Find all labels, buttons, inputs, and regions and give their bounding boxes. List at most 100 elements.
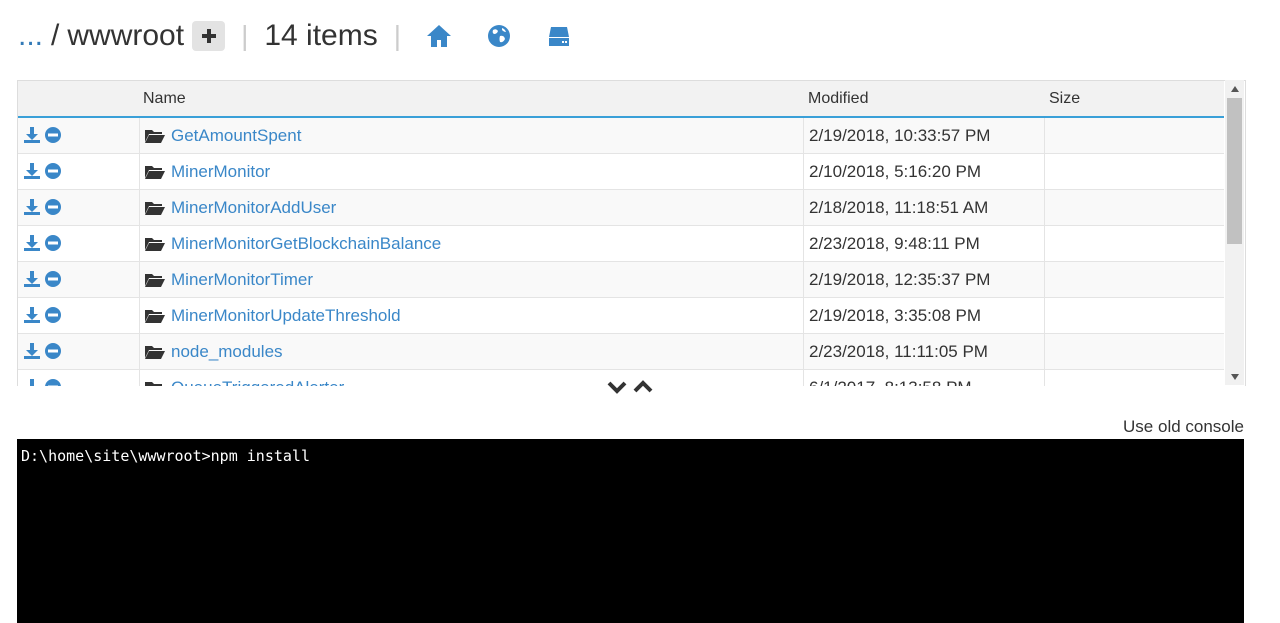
scrollbar-thumb[interactable]: [1227, 98, 1242, 244]
chevron-up-icon[interactable]: [632, 378, 654, 396]
row-actions: [18, 370, 140, 386]
modified-cell: 2/23/2018, 9:48:11 PM: [804, 226, 1045, 261]
folder-link[interactable]: MinerMonitor: [171, 162, 270, 182]
folder-icon-wrap: [144, 379, 166, 386]
folder-icon-wrap: [144, 307, 166, 325]
folder-link[interactable]: MinerMonitorAddUser: [171, 198, 336, 218]
download-button[interactable]: [23, 198, 41, 216]
download-button[interactable]: [23, 126, 41, 144]
delete-button[interactable]: [44, 162, 62, 180]
name-cell: MinerMonitorTimer: [139, 262, 804, 297]
delete-button[interactable]: [44, 342, 62, 360]
globe-icon: [488, 25, 511, 47]
scroll-down-button[interactable]: [1225, 368, 1244, 385]
modified-text: 2/18/2018, 11:18:51 AM: [809, 198, 989, 217]
minus-circle-icon: [45, 235, 61, 251]
header-divider: |: [241, 20, 249, 51]
folder-open-icon: [145, 130, 165, 143]
chevron-down-icon[interactable]: [606, 378, 628, 396]
add-button[interactable]: [192, 21, 226, 51]
table-scrollbar[interactable]: [1225, 80, 1244, 385]
modified-text: 2/23/2018, 9:48:11 PM: [809, 234, 980, 253]
folder-link[interactable]: node_modules: [171, 342, 283, 362]
download-icon: [30, 379, 34, 386]
download-button[interactable]: [23, 342, 41, 360]
download-icon: [24, 163, 40, 179]
download-icon: [24, 127, 40, 143]
row-actions: [18, 262, 140, 297]
table-row: MinerMonitorTimer 2/19/2018, 12:35:37 PM: [18, 262, 1224, 298]
name-cell: MinerMonitorUpdateThreshold: [139, 298, 804, 333]
folder-open-icon: [145, 346, 165, 359]
globe-button[interactable]: [485, 22, 513, 50]
row-actions: [18, 190, 140, 225]
name-cell: MinerMonitorGetBlockchainBalance: [139, 226, 804, 261]
folder-open-icon: [145, 238, 165, 251]
drive-button[interactable]: [545, 22, 573, 50]
folder-open-icon: [145, 382, 162, 386]
modified-cell: 6/1/2017, 8:13:58 PM: [804, 370, 1045, 386]
modified-text: 2/10/2018, 5:16:20 PM: [809, 162, 982, 181]
modified-cell: 2/10/2018, 5:16:20 PM: [804, 154, 1045, 189]
modified-cell: 2/19/2018, 10:33:57 PM: [804, 118, 1045, 153]
console-terminal[interactable]: D:\home\site\wwwroot>npm install: [17, 439, 1244, 623]
minus-circle-icon: [45, 199, 61, 215]
row-actions: [18, 226, 140, 261]
folder-link[interactable]: MinerMonitorUpdateThreshold: [171, 306, 401, 326]
name-cell: MinerMonitorAddUser: [139, 190, 804, 225]
folder-icon-wrap: [144, 271, 166, 289]
modified-text: 2/19/2018, 10:33:57 PM: [809, 126, 991, 145]
name-cell: MinerMonitor: [139, 154, 804, 189]
modified-text: 6/1/2017, 8:13:58 PM: [809, 378, 972, 386]
column-header-name[interactable]: Name: [143, 90, 186, 108]
folder-icon-wrap: [144, 199, 166, 217]
folder-link[interactable]: GetAmountSpent: [171, 126, 301, 146]
download-button[interactable]: [23, 234, 41, 252]
row-actions: [18, 334, 140, 369]
modified-text: 2/19/2018, 12:35:37 PM: [809, 270, 991, 289]
download-button[interactable]: [23, 162, 41, 180]
breadcrumb-parent-link[interactable]: ...: [18, 19, 43, 53]
use-old-console-link[interactable]: Use old console: [1123, 417, 1244, 437]
minus-circle-icon: [45, 163, 61, 179]
folder-open-icon: [145, 274, 165, 287]
minus-circle-icon: [45, 379, 61, 386]
modified-cell: 2/19/2018, 3:35:08 PM: [804, 298, 1045, 333]
folder-link[interactable]: QueueTriggeredAlerter: [171, 378, 344, 386]
modified-cell: 2/19/2018, 12:35:37 PM: [804, 262, 1045, 297]
pane-resizer: [606, 378, 654, 396]
name-cell: QueueTriggeredAlerter: [139, 370, 804, 386]
folder-link[interactable]: MinerMonitorTimer: [171, 270, 313, 290]
row-actions: [18, 298, 140, 333]
download-button[interactable]: [23, 378, 41, 386]
folder-open-icon: [145, 310, 165, 323]
delete-button[interactable]: [44, 306, 62, 324]
minus-circle-icon: [45, 307, 61, 323]
scroll-up-button[interactable]: [1225, 80, 1244, 97]
modified-cell: 2/18/2018, 11:18:51 AM: [804, 190, 1045, 225]
modified-text: 2/23/2018, 11:11:05 PM: [809, 342, 988, 361]
column-header-modified[interactable]: Modified: [808, 90, 868, 108]
download-button[interactable]: [23, 270, 41, 288]
row-actions: [18, 154, 140, 189]
delete-button[interactable]: [44, 270, 62, 288]
modified-text: 2/19/2018, 3:35:08 PM: [809, 306, 982, 325]
folder-open-icon: [145, 202, 165, 215]
delete-button[interactable]: [44, 198, 62, 216]
download-icon: [24, 271, 40, 287]
download-icon: [24, 235, 40, 251]
triangle-down-icon: [1230, 373, 1239, 380]
table-row: MinerMonitorGetBlockchainBalance 2/23/201…: [18, 226, 1224, 262]
delete-button[interactable]: [44, 126, 62, 144]
folder-icon-wrap: [144, 235, 166, 253]
download-button[interactable]: [23, 306, 41, 324]
delete-button[interactable]: [44, 234, 62, 252]
delete-button[interactable]: [44, 378, 62, 386]
column-header-size[interactable]: Size: [1049, 90, 1080, 108]
folder-link[interactable]: MinerMonitorGetBlockchainBalance: [171, 234, 441, 254]
table-header: Name Modified Size: [18, 81, 1224, 118]
table-row: MinerMonitor 2/10/2018, 5:16:20 PM: [18, 154, 1224, 190]
home-button[interactable]: [425, 22, 453, 50]
home-icon: [427, 25, 452, 47]
breadcrumb-current: wwwroot: [67, 19, 185, 52]
